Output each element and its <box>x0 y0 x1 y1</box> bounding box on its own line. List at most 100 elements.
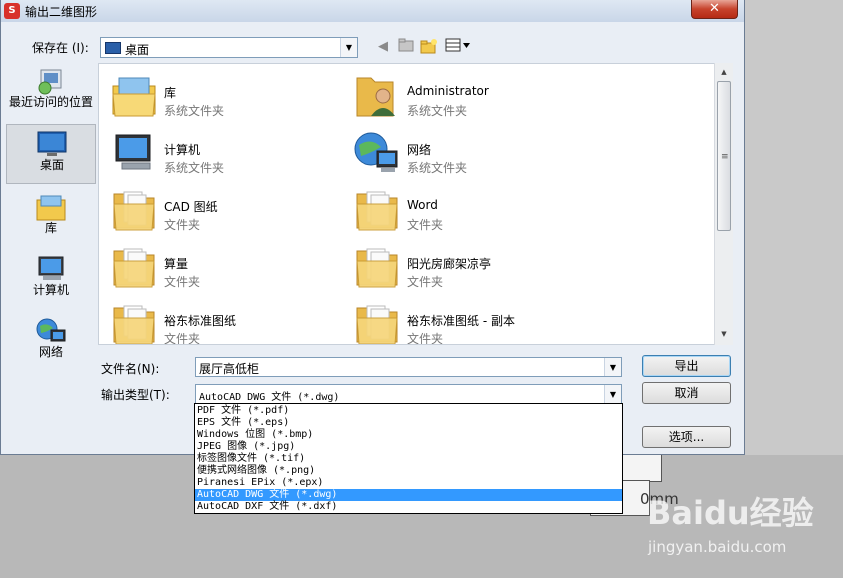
cancel-button[interactable]: 取消 <box>642 382 731 404</box>
file-item[interactable]: CAD 图纸 文件夹 <box>104 182 344 238</box>
place-desktop[interactable]: 桌面 <box>6 124 96 184</box>
filetype-dropdown-list: PDF 文件 (*.pdf) EPS 文件 (*.eps) Windows 位图 (… <box>194 403 623 514</box>
filetype-option[interactable]: JPEG 图像 (*.jpg) <box>195 441 622 453</box>
file-name: 裕东标准图纸 <box>164 314 237 328</box>
scroll-up-icon[interactable]: ▲ <box>715 65 733 79</box>
file-item[interactable]: 库系统文件夹 <box>104 68 344 124</box>
file-item[interactable]: 算量 文件夹 <box>104 239 344 295</box>
options-button[interactable]: 选项... <box>642 426 731 448</box>
file-name: Word <box>407 198 438 212</box>
watermark-logo: Baidu经验 <box>647 494 814 532</box>
file-item[interactable]: 计算机 系统文件夹 <box>104 125 344 181</box>
folder-icon <box>353 186 401 234</box>
up-folder-icon[interactable] <box>397 38 415 56</box>
file-name: 库 <box>164 86 177 100</box>
file-type: 文件夹 <box>407 275 444 289</box>
views-menu-icon[interactable] <box>444 38 472 56</box>
filetype-option[interactable]: EPS 文件 (*.eps) <box>195 417 622 429</box>
file-item[interactable]: 网络 系统文件夹 <box>347 125 587 181</box>
file-name: 网络 <box>407 143 432 157</box>
folder-icon <box>110 186 158 234</box>
chevron-down-icon[interactable]: ▼ <box>604 358 621 376</box>
back-arrow-icon[interactable]: ◀ <box>374 38 392 56</box>
user-folder-icon <box>353 72 401 120</box>
file-item[interactable]: 裕东标准图纸 - 副本 文件夹 <box>347 296 587 345</box>
filename-input[interactable]: 展厅高低柜 ▼ <box>195 357 622 377</box>
close-button[interactable]: ✕ <box>691 0 738 19</box>
computer-icon <box>35 254 67 284</box>
title-bar: S 输出二维图形 ✕ <box>1 0 744 22</box>
place-library[interactable]: 库 <box>6 188 96 248</box>
place-network[interactable]: 网络 <box>6 312 96 372</box>
place-label: 网络 <box>38 345 63 359</box>
file-type: 文件夹 <box>164 332 201 345</box>
filename-value[interactable]: 展厅高低柜 <box>199 360 259 377</box>
file-name: 裕东标准图纸 - 副本 <box>407 314 515 328</box>
computer-icon <box>110 129 158 177</box>
scroll-thumb[interactable]: ≡ <box>717 81 731 231</box>
filetype-option[interactable]: PDF 文件 (*.pdf) <box>195 405 622 417</box>
file-type: 系统文件夹 <box>164 161 225 175</box>
library-icon <box>110 72 158 120</box>
file-type: 文件夹 <box>164 275 201 289</box>
app-icon: S <box>4 3 20 19</box>
desktop-icon <box>105 42 121 54</box>
file-name: CAD 图纸 <box>164 200 218 214</box>
export-button[interactable]: 导出 <box>642 355 731 377</box>
file-item[interactable]: Administrator 系统文件夹 <box>347 68 587 124</box>
new-folder-icon[interactable] <box>419 38 439 56</box>
filetype-option[interactable]: AutoCAD DWG 文件 (*.dwg) <box>195 489 622 501</box>
places-bar: 最近访问的位置 桌面 库 计算机 网络 <box>6 62 96 442</box>
place-computer[interactable]: 计算机 <box>6 250 96 310</box>
file-name: 算量 <box>164 257 189 271</box>
file-type: 文件夹 <box>407 332 444 345</box>
filetype-label: 输出类型(T): <box>101 388 170 402</box>
watermark-url: jingyan.baidu.com <box>648 538 787 556</box>
save-in-value: 桌面 <box>125 43 150 57</box>
library-icon <box>35 192 67 222</box>
file-type: 系统文件夹 <box>407 161 468 175</box>
folder-icon <box>353 243 401 291</box>
filetype-option[interactable]: 便携式网络图像 (*.png) <box>195 465 622 477</box>
vertical-scrollbar[interactable]: ▲ ≡ ▼ <box>714 63 733 345</box>
file-name: 计算机 <box>164 143 201 157</box>
chevron-down-icon[interactable]: ▼ <box>340 38 357 57</box>
filetype-option[interactable]: Windows 位图 (*.bmp) <box>195 429 622 441</box>
filetype-option[interactable]: AutoCAD DXF 文件 (*.dxf) <box>195 501 622 513</box>
background-panel <box>620 452 662 482</box>
folder-icon <box>110 243 158 291</box>
file-type: 系统文件夹 <box>407 104 468 118</box>
window-title: 输出二维图形 <box>25 5 98 19</box>
scroll-down-icon[interactable]: ▼ <box>715 327 733 341</box>
recent-places-icon <box>35 66 67 96</box>
file-item[interactable]: 裕东标准图纸 文件夹 <box>104 296 344 345</box>
file-list: 库系统文件夹 Administrator 系统文件夹 计算机 系统文件夹 网络 系统文件夹 C… <box>98 63 733 345</box>
chevron-down-icon[interactable]: ▼ <box>604 385 621 403</box>
filetype-select[interactable]: AutoCAD DWG 文件 (*.dwg) ▼ <box>195 384 622 404</box>
filetype-value: AutoCAD DWG 文件 (*.dwg) <box>199 392 340 403</box>
network-icon <box>353 129 401 177</box>
export-2d-dialog: S 输出二维图形 ✕ 保存在 (I): 桌面 ▼ ◀ 最近访问的位置 桌面 库 … <box>0 0 745 455</box>
place-label: 库 <box>44 221 57 235</box>
place-label: 计算机 <box>32 283 69 297</box>
file-name: Administrator <box>407 84 489 98</box>
file-name: 阳光房廊架凉亭 <box>407 257 492 271</box>
filetype-option[interactable]: Piranesi EPix (*.epx) <box>195 477 622 489</box>
place-recent[interactable]: 最近访问的位置 <box>6 62 96 122</box>
grip-icon: ≡ <box>721 152 729 162</box>
file-type: 系统文件夹 <box>164 104 225 118</box>
network-icon <box>35 316 67 346</box>
file-type: 文件夹 <box>407 218 444 232</box>
save-in-dropdown[interactable]: 桌面 ▼ <box>100 37 358 58</box>
filetype-option[interactable]: 标签图像文件 (*.tif) <box>195 453 622 465</box>
place-label: 最近访问的位置 <box>8 95 93 109</box>
file-item[interactable]: 阳光房廊架凉亭 文件夹 <box>347 239 587 295</box>
folder-icon <box>353 300 401 344</box>
file-type: 文件夹 <box>164 218 201 232</box>
folder-icon <box>110 300 158 344</box>
filename-label: 文件名(N): <box>101 362 160 376</box>
desktop-icon <box>36 129 68 159</box>
place-label: 桌面 <box>39 158 64 172</box>
save-in-label: 保存在 (I): <box>32 41 89 55</box>
file-item[interactable]: Word 文件夹 <box>347 182 587 238</box>
